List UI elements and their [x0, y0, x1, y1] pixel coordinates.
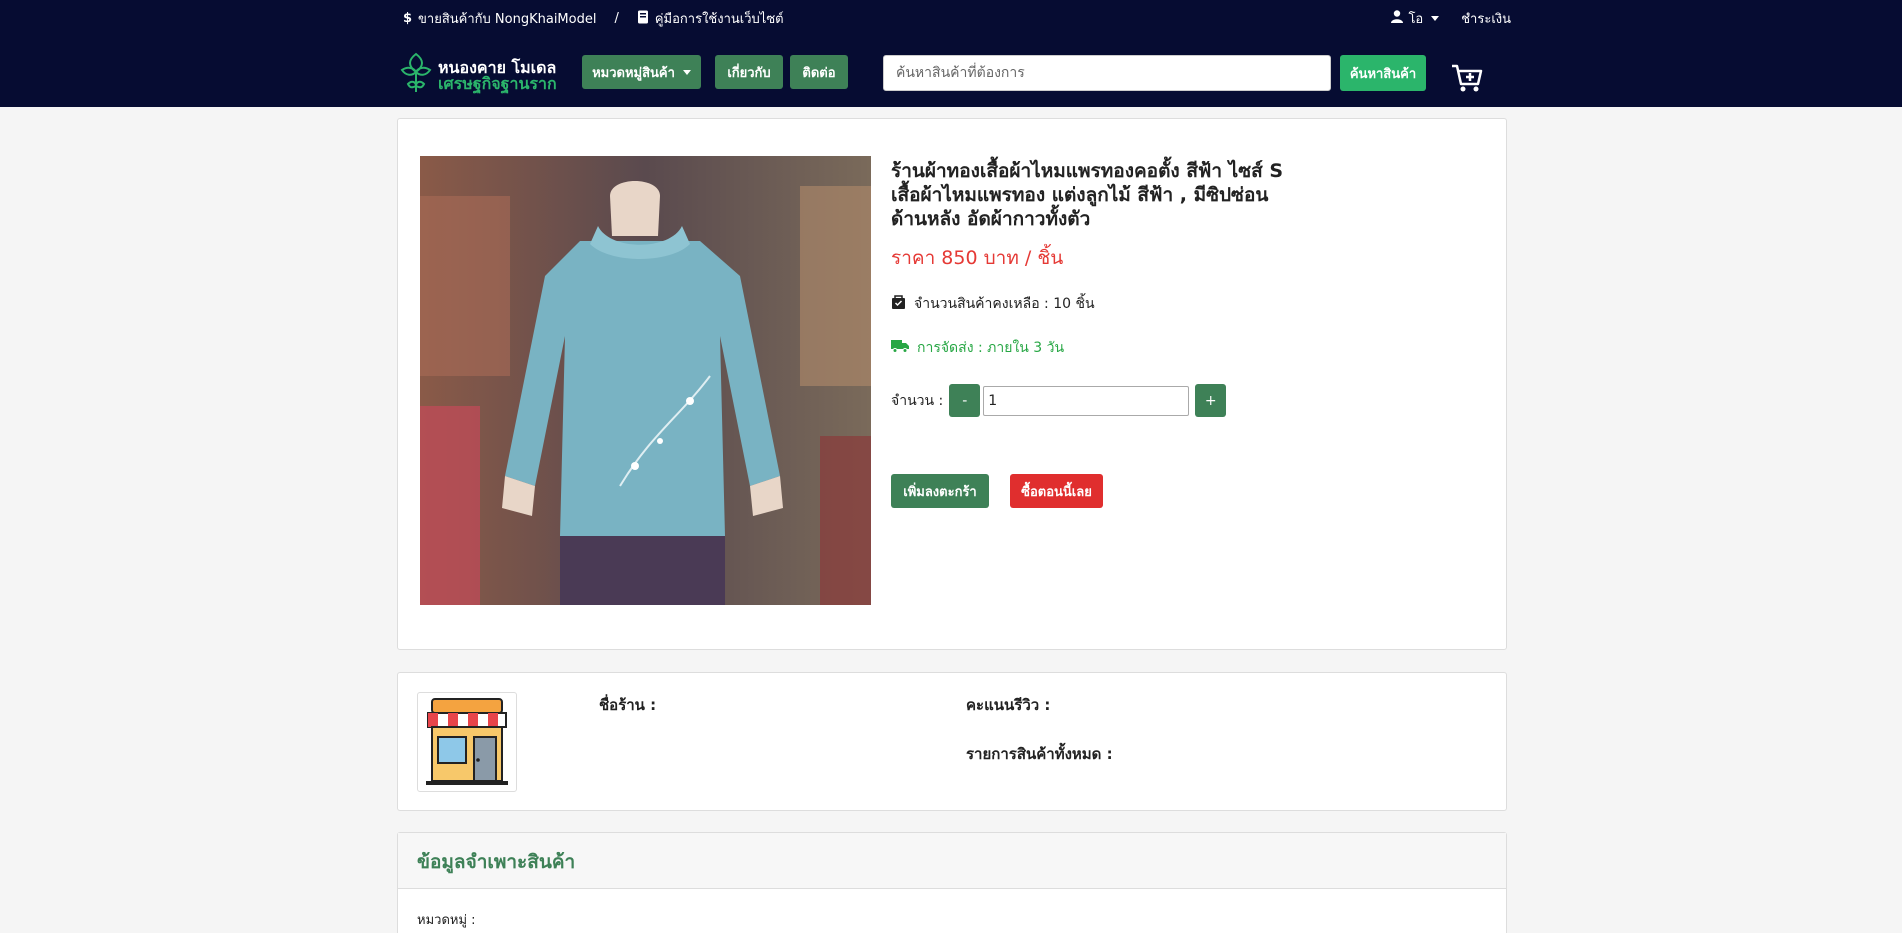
cart-button[interactable]	[1450, 60, 1484, 94]
user-menu[interactable]: โอ	[1391, 8, 1440, 29]
quantity-decrement-button[interactable]: -	[949, 384, 981, 417]
specs-header: ข้อมูลจำเพาะสินค้า	[398, 833, 1506, 889]
user-manual-link[interactable]: คู่มือการใช้งานเว็บไซต์	[655, 8, 784, 29]
product-card: ร้านผ้าทองเสื้อผ้าไหมแพรทองคอตั้ง สีฟ้า …	[397, 118, 1507, 650]
product-actions: เพิ่มลงตะกร้า ซื้อตอนนี้เลย	[891, 474, 1103, 508]
quantity-input[interactable]: 1	[983, 385, 1190, 416]
main-nav: หนองคาย โมเดล เศรษฐกิจฐานราก หมวดหมู่สิน…	[398, 52, 1498, 94]
storefront-icon[interactable]	[417, 692, 517, 792]
specs-title: ข้อมูลจำเพาะสินค้า	[417, 851, 576, 873]
add-to-cart-button[interactable]: เพิ่มลงตะกร้า	[891, 474, 989, 508]
checkout-link[interactable]: ชำระเงิน	[1461, 8, 1511, 29]
product-price: ราคา 850 บาท / ชิ้น	[891, 247, 1064, 269]
top-bar: $ ขายสินค้ากับ NongKhaiModel / คู่มือการ…	[403, 8, 1511, 28]
search-input[interactable]: ค้นหาสินค้าที่ต้องการ	[883, 55, 1331, 91]
quantity-increment-button[interactable]: +	[1195, 384, 1227, 417]
shipping-info: การจัดส่ง : ภายใน 3 วัน	[891, 337, 1311, 359]
category-dropdown-button[interactable]: หมวดหมู่สินค้า	[582, 55, 701, 89]
specs-card: ข้อมูลจำเพาะสินค้า หมวดหมู่ :	[397, 832, 1507, 933]
review-score-label: คะแนนรีวิว :	[966, 696, 1051, 714]
specs-category-label: หมวดหมู่ :	[417, 913, 476, 928]
sell-with-us-link[interactable]: ขายสินค้ากับ NongKhaiModel	[418, 8, 596, 29]
stock-text: จำนวนสินค้าคงเหลือ : 10 ชิ้น	[914, 296, 1095, 312]
logo-subtitle: เศรษฐกิจฐานราก	[438, 74, 557, 93]
product-title-line: ด้านหลัง อัดผ้ากาวทั้งตัว	[891, 208, 1091, 230]
product-info: ร้านผ้าทองเสื้อผ้าไหมแพรทองคอตั้ง สีฟ้า …	[891, 159, 1311, 508]
user-name: โอ	[1408, 12, 1424, 27]
product-image[interactable]	[420, 156, 871, 605]
shop-name-label: ชื่อร้าน :	[599, 696, 657, 714]
dollar-icon: $	[403, 11, 413, 26]
stock-info: จำนวนสินค้าคงเหลือ : 10 ชิ้น	[891, 293, 1311, 315]
product-title-line: ร้านผ้าทองเสื้อผ้าไหมแพรทองคอตั้ง สีฟ้า …	[891, 160, 1284, 182]
contact-button[interactable]: ติดต่อ	[790, 55, 848, 89]
quantity-stepper: จำนวน : - 1 +	[891, 384, 1227, 417]
about-button[interactable]: เกี่ยวกับ	[715, 55, 783, 89]
truck-icon	[891, 339, 909, 357]
chevron-down-icon	[1431, 16, 1440, 21]
search-button[interactable]: ค้นหาสินค้า	[1340, 55, 1426, 91]
site-logo[interactable]: หนองคาย โมเดล เศรษฐกิจฐานราก	[398, 52, 564, 94]
shipping-text: การจัดส่ง : ภายใน 3 วัน	[917, 340, 1065, 356]
product-title: ร้านผ้าทองเสื้อผ้าไหมแพรทองคอตั้ง สีฟ้า …	[891, 159, 1311, 231]
navbar: $ ขายสินค้ากับ NongKhaiModel / คู่มือการ…	[0, 0, 1902, 107]
separator: /	[614, 11, 619, 26]
logo-emblem-icon	[400, 52, 432, 92]
all-products-label: รายการสินค้าทั้งหมด :	[966, 745, 1113, 763]
shop-card: ชื่อร้าน : คะแนนรีวิว : รายการสินค้าทั้ง…	[397, 672, 1507, 811]
book-icon	[637, 10, 649, 28]
box-icon	[891, 294, 906, 314]
buy-now-button[interactable]: ซื้อตอนนี้เลย	[1010, 474, 1103, 508]
user-icon	[1391, 10, 1404, 27]
product-title-line: เสื้อผ้าไหมแพรทอง แต่งลูกไม้ สีฟ้า , มีซ…	[891, 184, 1269, 206]
cart-add-icon	[1452, 64, 1483, 92]
chevron-down-icon	[682, 69, 691, 75]
quantity-label: จำนวน :	[891, 392, 944, 409]
category-dropdown-label: หมวดหมู่สินค้า	[592, 65, 675, 81]
